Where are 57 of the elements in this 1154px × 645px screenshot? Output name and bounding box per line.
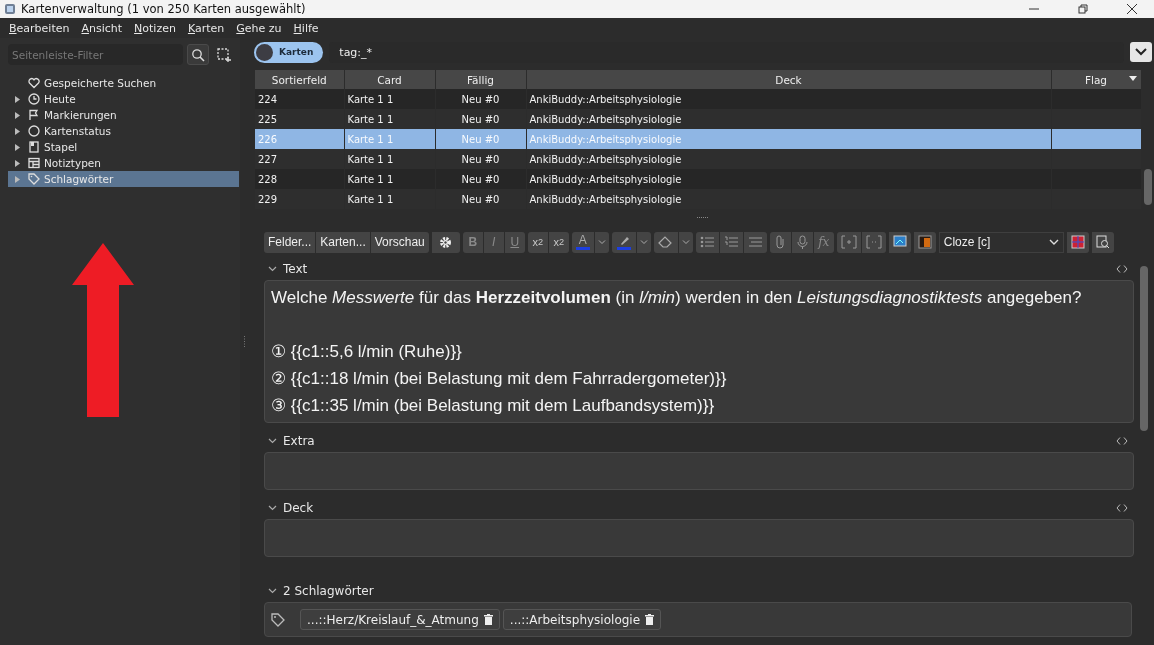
- field-label: Text: [283, 262, 308, 276]
- menu-item[interactable]: Bearbeiten: [9, 21, 70, 35]
- table-cell: Karte 1 1: [344, 149, 435, 169]
- tags-heading: 2 Schlagwörter: [283, 584, 374, 598]
- tag-chip[interactable]: ...::Arbeitsphysiologie: [502, 609, 662, 630]
- table-cell: Karte 1 1: [344, 129, 435, 149]
- editor-button[interactable]: Karten...: [316, 231, 370, 253]
- table-cell: 226: [255, 129, 344, 149]
- table-cell: Karte 1 1: [344, 89, 435, 109]
- table-cell: Neu #0: [435, 109, 526, 129]
- sidebar-item[interactable]: Gespeicherte Suchen: [44, 77, 157, 89]
- table-cell: Karte 1 1: [344, 169, 435, 189]
- sidebar-filter-field[interactable]: Seitenleiste-Filter: [8, 44, 183, 65]
- table-cell: 227: [255, 149, 344, 169]
- text-color-button[interactable]: A: [571, 231, 594, 253]
- column-header[interactable]: Flag: [1051, 70, 1141, 89]
- field-label: Deck: [283, 501, 314, 515]
- column-header[interactable]: Sortierfeld: [255, 70, 344, 89]
- table-cell: Neu #0: [435, 89, 526, 109]
- sidebar-item[interactable]: Markierungen: [44, 109, 117, 121]
- menu-item[interactable]: Ansicht: [81, 21, 123, 35]
- table-cell: Neu #0: [435, 129, 526, 149]
- sidebar-item[interactable]: Notiztypen: [44, 157, 101, 169]
- menu-item[interactable]: Gehe zu: [236, 21, 282, 35]
- sidebar-item[interactable]: Schlagwörter: [44, 173, 114, 185]
- field-label: Extra: [283, 434, 315, 448]
- notetype-dropdown[interactable]: Cloze [c]: [938, 231, 1064, 253]
- mode-toggle[interactable]: Karten: [254, 41, 324, 63]
- column-header[interactable]: Card: [344, 70, 435, 89]
- column-header[interactable]: Fällig: [435, 70, 526, 89]
- field-text: ① {{c1::5,6 l/min (Ruhe)}}: [271, 341, 463, 363]
- window-title: Kartenverwaltung (1 von 250 Karten ausgewählt): [21, 2, 307, 16]
- tag-chip[interactable]: ...::Herz/Kreislauf_&_Atmung: [300, 609, 500, 630]
- editor-button[interactable]: Vorschau: [370, 231, 429, 253]
- column-header[interactable]: Deck: [526, 70, 1051, 89]
- table-cell: AnkiBuddy::Arbeitsphysiologie: [526, 89, 1051, 109]
- sidebar-item-highlight[interactable]: Schlagwörter: [8, 171, 239, 187]
- table-cell: AnkiBuddy::Arbeitsphysiologie: [526, 169, 1051, 189]
- editor-button[interactable]: Felder...: [264, 231, 316, 253]
- menu-item[interactable]: Karten: [187, 21, 225, 35]
- table-cell: Neu #0: [435, 149, 526, 169]
- menu-item[interactable]: Hilfe: [293, 21, 319, 35]
- table-cell: 228: [255, 169, 344, 189]
- sidebar-item[interactable]: Heute: [44, 93, 76, 105]
- table-cell: AnkiBuddy::Arbeitsphysiologie: [526, 109, 1051, 129]
- table-cell: Neu #0: [435, 169, 526, 189]
- field-text: ② {{c1::18 l/min (bei Belastung mit dem Fahrradergometer)}}: [271, 368, 728, 390]
- table-cell: Karte 1 1: [344, 109, 435, 129]
- sidebar-item[interactable]: Stapel: [44, 141, 78, 153]
- sidebar-item[interactable]: Kartenstatus: [44, 125, 111, 137]
- table-cell: AnkiBuddy::Arbeitsphysiologie: [526, 149, 1051, 169]
- table-cell: 225: [255, 109, 344, 129]
- menu-item[interactable]: Notizen: [134, 21, 176, 35]
- field-text: ③ {{c1::35 l/min (bei Belastung mit dem Laufbandsystem)}}: [271, 395, 716, 417]
- table-cell: 224: [255, 89, 344, 109]
- table-cell: AnkiBuddy::Arbeitsphysiologie: [526, 129, 1051, 149]
- field-text: Welche Messwerte für das Herzzeitvolumen (in l/min) werden in den Leistungsdiagnostiktests angegeben?: [271, 287, 1083, 309]
